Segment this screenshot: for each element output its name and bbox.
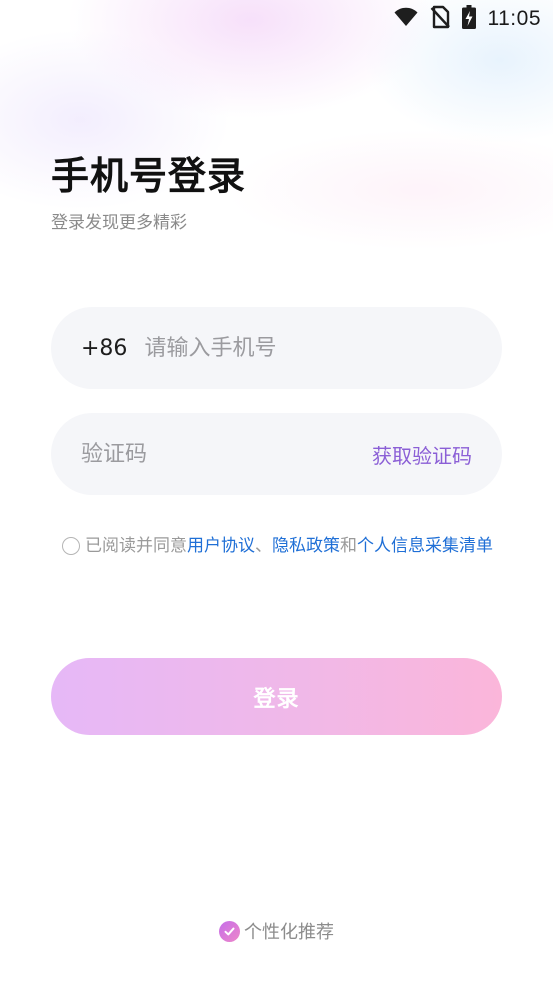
verification-code-field[interactable]: 获取验证码 <box>51 413 502 495</box>
agreement-conjunction: 和 <box>340 536 357 556</box>
checkmark-icon[interactable] <box>219 920 240 942</box>
phone-field[interactable]: +86 <box>51 307 502 389</box>
no-sim-icon <box>430 5 450 33</box>
agreement-checkbox[interactable] <box>62 537 80 555</box>
page-title: 手机号登录 <box>51 154 247 198</box>
agreement-text: 已阅读并同意用户协议、隐私政策和个人信息采集清单 <box>62 532 502 560</box>
privacy-policy-link[interactable]: 隐私政策 <box>272 536 340 556</box>
agreement-prefix: 已阅读并同意 <box>85 536 187 556</box>
country-code[interactable]: +86 <box>81 336 127 361</box>
battery-charging-icon <box>461 5 476 33</box>
phone-input[interactable] <box>144 335 472 361</box>
status-bar: 11:05 <box>0 0 553 38</box>
verification-code-input[interactable] <box>81 441 364 467</box>
status-icons: 11:05 <box>394 5 542 33</box>
login-button-label: 登录 <box>253 686 300 712</box>
agreement-separator: 、 <box>255 536 272 556</box>
user-agreement-link[interactable]: 用户协议 <box>187 536 255 556</box>
personalized-recommendation-label: 个性化推荐 <box>244 922 334 943</box>
login-button[interactable]: 登录 <box>51 658 502 735</box>
info-collection-link[interactable]: 个人信息采集清单 <box>357 536 493 556</box>
status-time: 11:05 <box>487 7 541 30</box>
wifi-icon <box>394 7 418 31</box>
page-subtitle: 登录发现更多精彩 <box>51 213 187 233</box>
get-code-button[interactable]: 获取验证码 <box>372 440 472 469</box>
personalized-recommendation-toggle[interactable]: 个性化推荐 <box>0 918 553 944</box>
